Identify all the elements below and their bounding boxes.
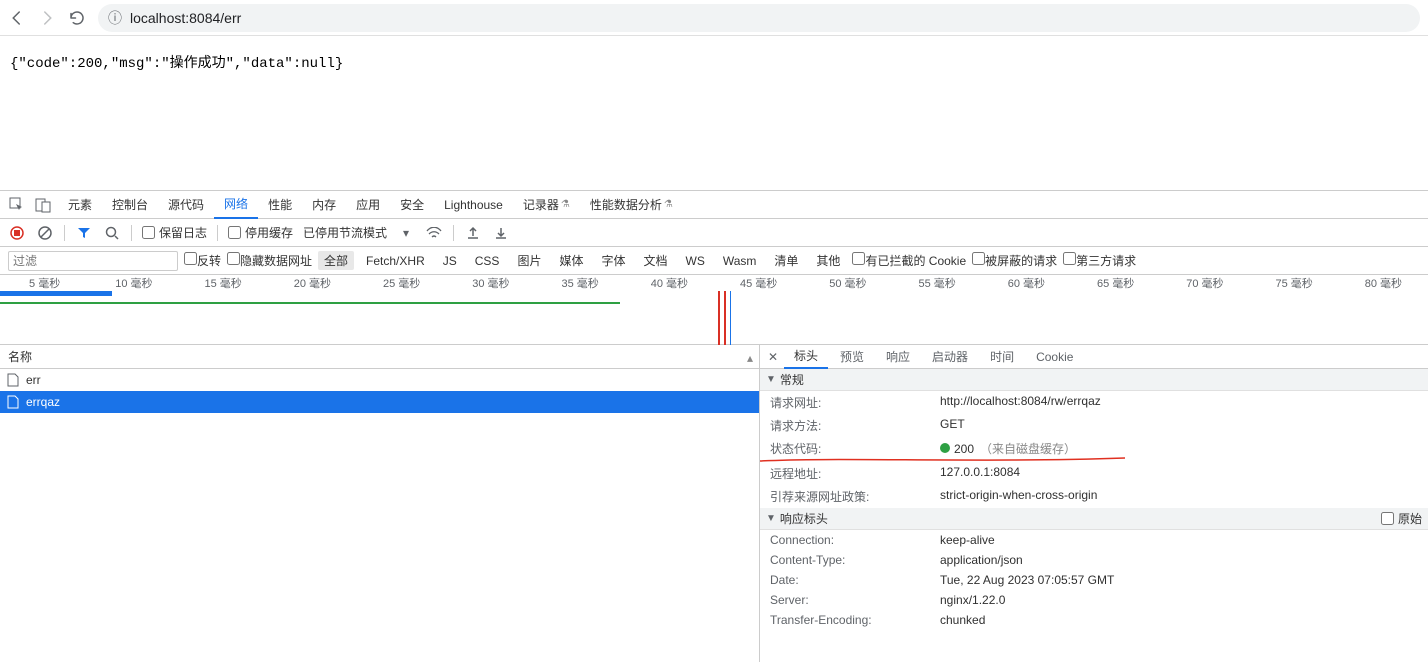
close-details-button[interactable]: ✕ — [764, 350, 782, 364]
type-chip-doc[interactable]: 文档 — [637, 251, 673, 270]
timeline-marker-red — [724, 291, 726, 345]
import-har-icon[interactable] — [464, 224, 482, 242]
browser-toolbar: ⓘ localhost:8084/err — [0, 0, 1428, 36]
clear-button[interactable] — [36, 224, 54, 242]
third-party-checkbox[interactable]: 第三方请求 — [1063, 252, 1136, 269]
tab-security[interactable]: 安全 — [390, 191, 434, 219]
type-chip-ws[interactable]: WS — [680, 253, 711, 269]
invert-checkbox[interactable]: 反转 — [184, 252, 221, 269]
throttle-status[interactable]: 已停用节流模式 — [303, 224, 387, 241]
tab-perf-insights[interactable]: 性能数据分析⚗ — [580, 191, 683, 219]
tab-recorder[interactable]: 记录器⚗ — [513, 191, 580, 219]
raw-checkbox[interactable]: 原始 — [1381, 510, 1422, 527]
network-filterbar: 反转 隐藏数据网址 全部 Fetch/XHR JS CSS 图片 媒体 字体 文… — [0, 247, 1428, 275]
network-conditions-icon[interactable] — [425, 224, 443, 242]
tab-application[interactable]: 应用 — [346, 191, 390, 219]
timeline-bar — [0, 291, 112, 296]
hide-data-urls-checkbox[interactable]: 隐藏数据网址 — [227, 252, 312, 269]
request-name: errqaz — [26, 395, 60, 409]
tab-memory[interactable]: 内存 — [302, 191, 346, 219]
tab-response[interactable]: 响应 — [876, 345, 920, 369]
caret-up-icon[interactable]: ▴ — [747, 351, 753, 365]
request-name: err — [26, 373, 41, 387]
record-button[interactable] — [8, 224, 26, 242]
tab-headers[interactable]: 标头 — [784, 345, 828, 369]
address-bar[interactable]: ⓘ localhost:8084/err — [98, 4, 1420, 32]
device-toggle-icon[interactable] — [32, 194, 54, 216]
timeline-ticks: 5 毫秒10 毫秒15 毫秒20 毫秒 25 毫秒30 毫秒35 毫秒40 毫秒… — [0, 275, 1428, 291]
disclosure-triangle-icon: ▼ — [766, 374, 776, 385]
type-chip-media[interactable]: 媒体 — [553, 251, 589, 270]
type-chip-all[interactable]: 全部 — [318, 251, 354, 270]
kv-request-method: 请求方法:GET — [760, 414, 1428, 437]
kv-transfer-encoding: Transfer-Encoding:chunked — [760, 610, 1428, 630]
tab-performance[interactable]: 性能 — [258, 191, 302, 219]
timeline-marker-red — [718, 291, 720, 345]
kv-content-type: Content-Type:application/json — [760, 550, 1428, 570]
request-list: 名称 ▴ err errqaz — [0, 345, 760, 662]
request-row[interactable]: errqaz — [0, 391, 759, 413]
type-chip-manifest[interactable]: 清单 — [768, 251, 804, 270]
export-har-icon[interactable] — [492, 224, 510, 242]
request-row[interactable]: err — [0, 369, 759, 391]
tab-elements[interactable]: 元素 — [58, 191, 102, 219]
status-dot-icon — [940, 443, 950, 453]
filter-input[interactable] — [8, 251, 178, 271]
forward-button[interactable] — [38, 9, 56, 27]
tab-console[interactable]: 控制台 — [102, 191, 158, 219]
document-icon — [6, 373, 20, 387]
preserve-log-checkbox[interactable]: 保留日志 — [142, 224, 207, 241]
disable-cache-checkbox[interactable]: 停用缓存 — [228, 224, 293, 241]
timeline-bar — [0, 302, 620, 304]
kv-date: Date:Tue, 22 Aug 2023 07:05:57 GMT — [760, 570, 1428, 590]
url-text: localhost:8084/err — [130, 10, 241, 26]
dropdown-icon[interactable]: ▾ — [397, 224, 415, 242]
tab-preview[interactable]: 预览 — [830, 345, 874, 369]
flask-icon: ⚗ — [561, 199, 570, 210]
flask-icon: ⚗ — [664, 199, 673, 210]
blocked-requests-checkbox[interactable]: 被屏蔽的请求 — [972, 252, 1057, 269]
tab-initiator[interactable]: 启动器 — [922, 345, 978, 369]
kv-connection: Connection:keep-alive — [760, 530, 1428, 550]
kv-server: Server:nginx/1.22.0 — [760, 590, 1428, 610]
tab-cookies[interactable]: Cookie — [1026, 345, 1083, 369]
request-details: ✕ 标头 预览 响应 启动器 时间 Cookie ▼ 常规 请求网址:http:… — [760, 345, 1428, 662]
document-icon — [6, 395, 20, 409]
type-chip-css[interactable]: CSS — [469, 253, 506, 269]
disclosure-triangle-icon: ▼ — [766, 513, 776, 524]
section-general[interactable]: ▼ 常规 — [760, 369, 1428, 391]
network-toolbar: 保留日志 停用缓存 已停用节流模式 ▾ — [0, 219, 1428, 247]
column-header-name[interactable]: 名称 ▴ — [0, 345, 759, 369]
devtools-panel: 元素 控制台 源代码 网络 性能 内存 应用 安全 Lighthouse 记录器… — [0, 190, 1428, 662]
tab-lighthouse[interactable]: Lighthouse — [434, 191, 513, 219]
reload-button[interactable] — [68, 9, 86, 27]
network-timeline[interactable]: 5 毫秒10 毫秒15 毫秒20 毫秒 25 毫秒30 毫秒35 毫秒40 毫秒… — [0, 275, 1428, 345]
type-chip-img[interactable]: 图片 — [511, 251, 547, 270]
tab-sources[interactable]: 源代码 — [158, 191, 214, 219]
kv-request-url: 请求网址:http://localhost:8084/rw/errqaz — [760, 391, 1428, 414]
type-chip-other[interactable]: 其他 — [810, 251, 846, 270]
devtools-tabbar: 元素 控制台 源代码 网络 性能 内存 应用 安全 Lighthouse 记录器… — [0, 191, 1428, 219]
filter-toggle-icon[interactable] — [75, 224, 93, 242]
section-response-headers[interactable]: ▼ 响应标头 原始 — [760, 508, 1428, 530]
tab-network[interactable]: 网络 — [214, 191, 258, 219]
type-chip-js[interactable]: JS — [437, 253, 463, 269]
search-icon[interactable] — [103, 224, 121, 242]
annotation-redline — [760, 460, 1428, 462]
kv-referrer-policy: 引荐来源网址政策:strict-origin-when-cross-origin — [760, 485, 1428, 508]
back-button[interactable] — [8, 9, 26, 27]
type-chip-wasm[interactable]: Wasm — [717, 253, 763, 269]
inspect-element-icon[interactable] — [6, 194, 28, 216]
type-chip-font[interactable]: 字体 — [595, 251, 631, 270]
type-chip-fetchxhr[interactable]: Fetch/XHR — [360, 253, 431, 269]
network-split-view: 名称 ▴ err errqaz ✕ 标头 预览 响应 — [0, 345, 1428, 662]
site-info-icon[interactable]: ⓘ — [108, 8, 122, 28]
timeline-marker-blue — [730, 291, 731, 345]
page-content: {"code":200,"msg":"操作成功","data":null} — [0, 36, 1428, 190]
details-tabbar: ✕ 标头 预览 响应 启动器 时间 Cookie — [760, 345, 1428, 369]
blocked-cookies-checkbox[interactable]: 有已拦截的 Cookie — [852, 252, 966, 269]
tab-timing[interactable]: 时间 — [980, 345, 1024, 369]
